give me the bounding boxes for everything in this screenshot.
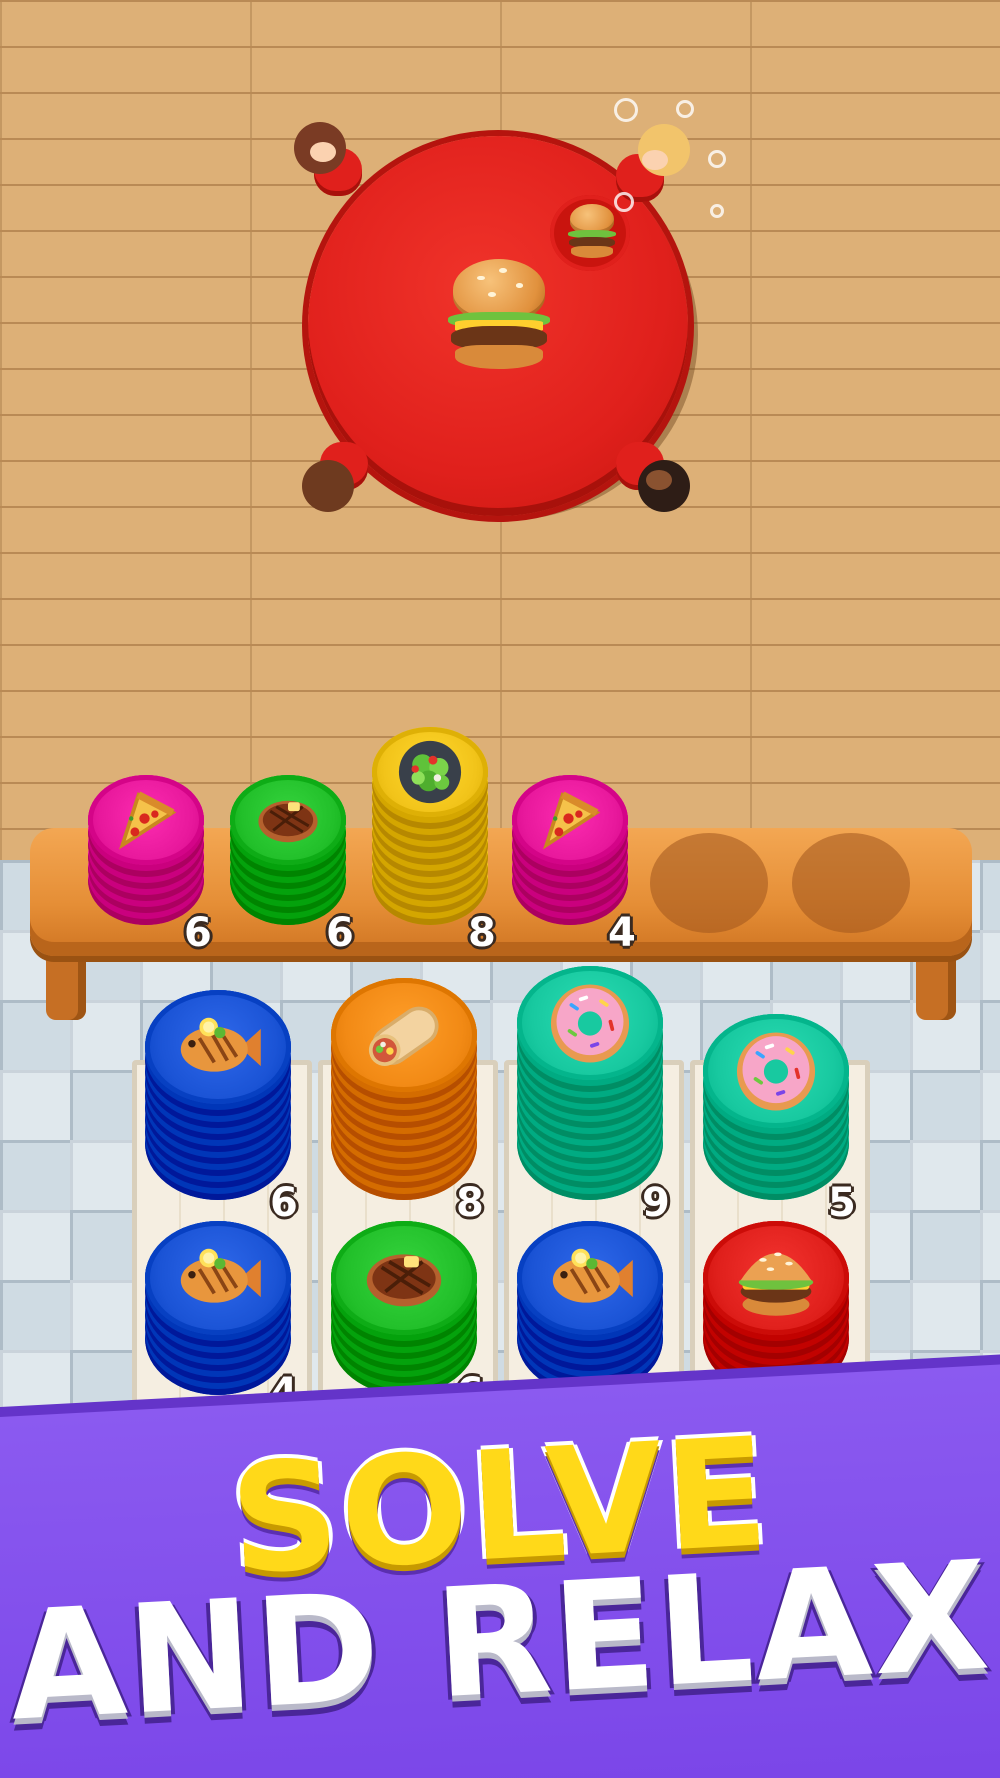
counter-stack-1[interactable]: [88, 775, 204, 925]
stack-count: 6: [325, 909, 355, 957]
customer-top-right: [616, 120, 690, 202]
bubble-icon: [614, 98, 638, 122]
empty-slot-6[interactable]: [792, 833, 910, 933]
stack-count: 6: [269, 1179, 299, 1227]
fish-icon: [161, 1001, 275, 1094]
bubble-icon: [710, 204, 724, 218]
tray-1-stack-front[interactable]: [145, 990, 291, 1200]
pizza-icon: [525, 783, 615, 857]
fish-icon: [533, 1232, 647, 1325]
tray-3-stack-front[interactable]: [517, 966, 663, 1200]
stack-count: 5: [827, 1179, 857, 1227]
steak-icon: [243, 783, 333, 857]
stack-count: 4: [607, 909, 637, 957]
donut-icon: [533, 977, 647, 1070]
pizza-icon: [101, 783, 191, 857]
counter-leg-right: [916, 950, 956, 1020]
salad-icon: [385, 735, 475, 809]
small-burger-icon: [566, 202, 618, 260]
burger-icon: [719, 1232, 833, 1325]
game-scene: 668468954664 SOLVE AND RELAX: [0, 0, 1000, 1778]
steak-icon: [347, 1232, 461, 1325]
customer-bottom-left: [298, 440, 368, 512]
tray-3-stack-back[interactable]: [517, 1221, 663, 1395]
tray-1-stack-back[interactable]: [145, 1221, 291, 1395]
tray-4-stack-front[interactable]: [703, 1014, 849, 1200]
counter-stack-2[interactable]: [230, 775, 346, 925]
customer-bottom-right: [616, 440, 690, 512]
donut-icon: [719, 1025, 833, 1118]
counter-stack-3[interactable]: [372, 727, 488, 925]
counter-leg-left: [46, 950, 86, 1020]
burger-icon: [444, 254, 554, 374]
tray-2-stack-front[interactable]: [331, 978, 477, 1200]
burrito-icon: [347, 989, 461, 1082]
stack-count: 8: [467, 909, 497, 957]
bubble-icon: [708, 150, 726, 168]
bubble-icon: [614, 192, 634, 212]
stack-count: 9: [641, 1179, 671, 1227]
customer-top-left: [288, 118, 362, 196]
stack-count: 6: [183, 909, 213, 957]
tray-2-stack-back[interactable]: [331, 1221, 477, 1395]
fish-icon: [161, 1232, 275, 1325]
counter-stack-4[interactable]: [512, 775, 628, 925]
empty-slot-5[interactable]: [650, 833, 768, 933]
bubble-icon: [676, 100, 694, 118]
stack-count: 8: [455, 1179, 485, 1227]
